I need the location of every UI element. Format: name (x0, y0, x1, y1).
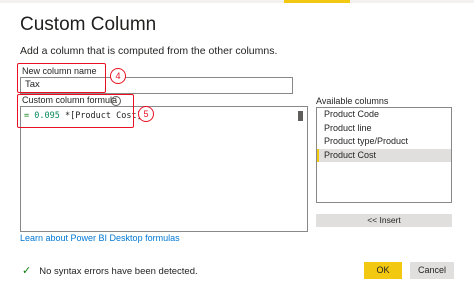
column-item-product-type[interactable]: Product type/Product (317, 135, 451, 149)
formula-scrollbar-thumb[interactable] (298, 111, 303, 121)
top-strip (0, 0, 474, 3)
check-icon: ✓ (22, 265, 32, 277)
dialog-title: Custom Column (20, 14, 157, 35)
column-item-product-code[interactable]: Product Code (317, 108, 451, 122)
annotation-box-name (17, 63, 106, 93)
column-item-product-line[interactable]: Product line (317, 122, 451, 136)
top-accent-bar (284, 0, 350, 3)
annotation-badge-4: 4 (110, 68, 126, 84)
column-item-product-cost[interactable]: Product Cost (317, 148, 451, 162)
available-columns-label: Available columns (316, 96, 389, 106)
cancel-button[interactable]: Cancel (410, 262, 454, 279)
learn-formulas-link[interactable]: Learn about Power BI Desktop formulas (20, 233, 180, 243)
syntax-status: ✓ No syntax errors have been detected. (22, 264, 198, 277)
annotation-badge-5: 5 (138, 106, 154, 122)
ok-button[interactable]: OK (364, 262, 402, 279)
dialog-subtitle: Add a column that is computed from the o… (20, 45, 278, 57)
annotation-box-formula (17, 94, 134, 128)
available-columns-list[interactable]: Product Code Product line Product type/P… (316, 107, 452, 203)
syntax-status-text: No syntax errors have been detected. (39, 266, 198, 277)
insert-button[interactable]: << Insert (316, 214, 452, 227)
